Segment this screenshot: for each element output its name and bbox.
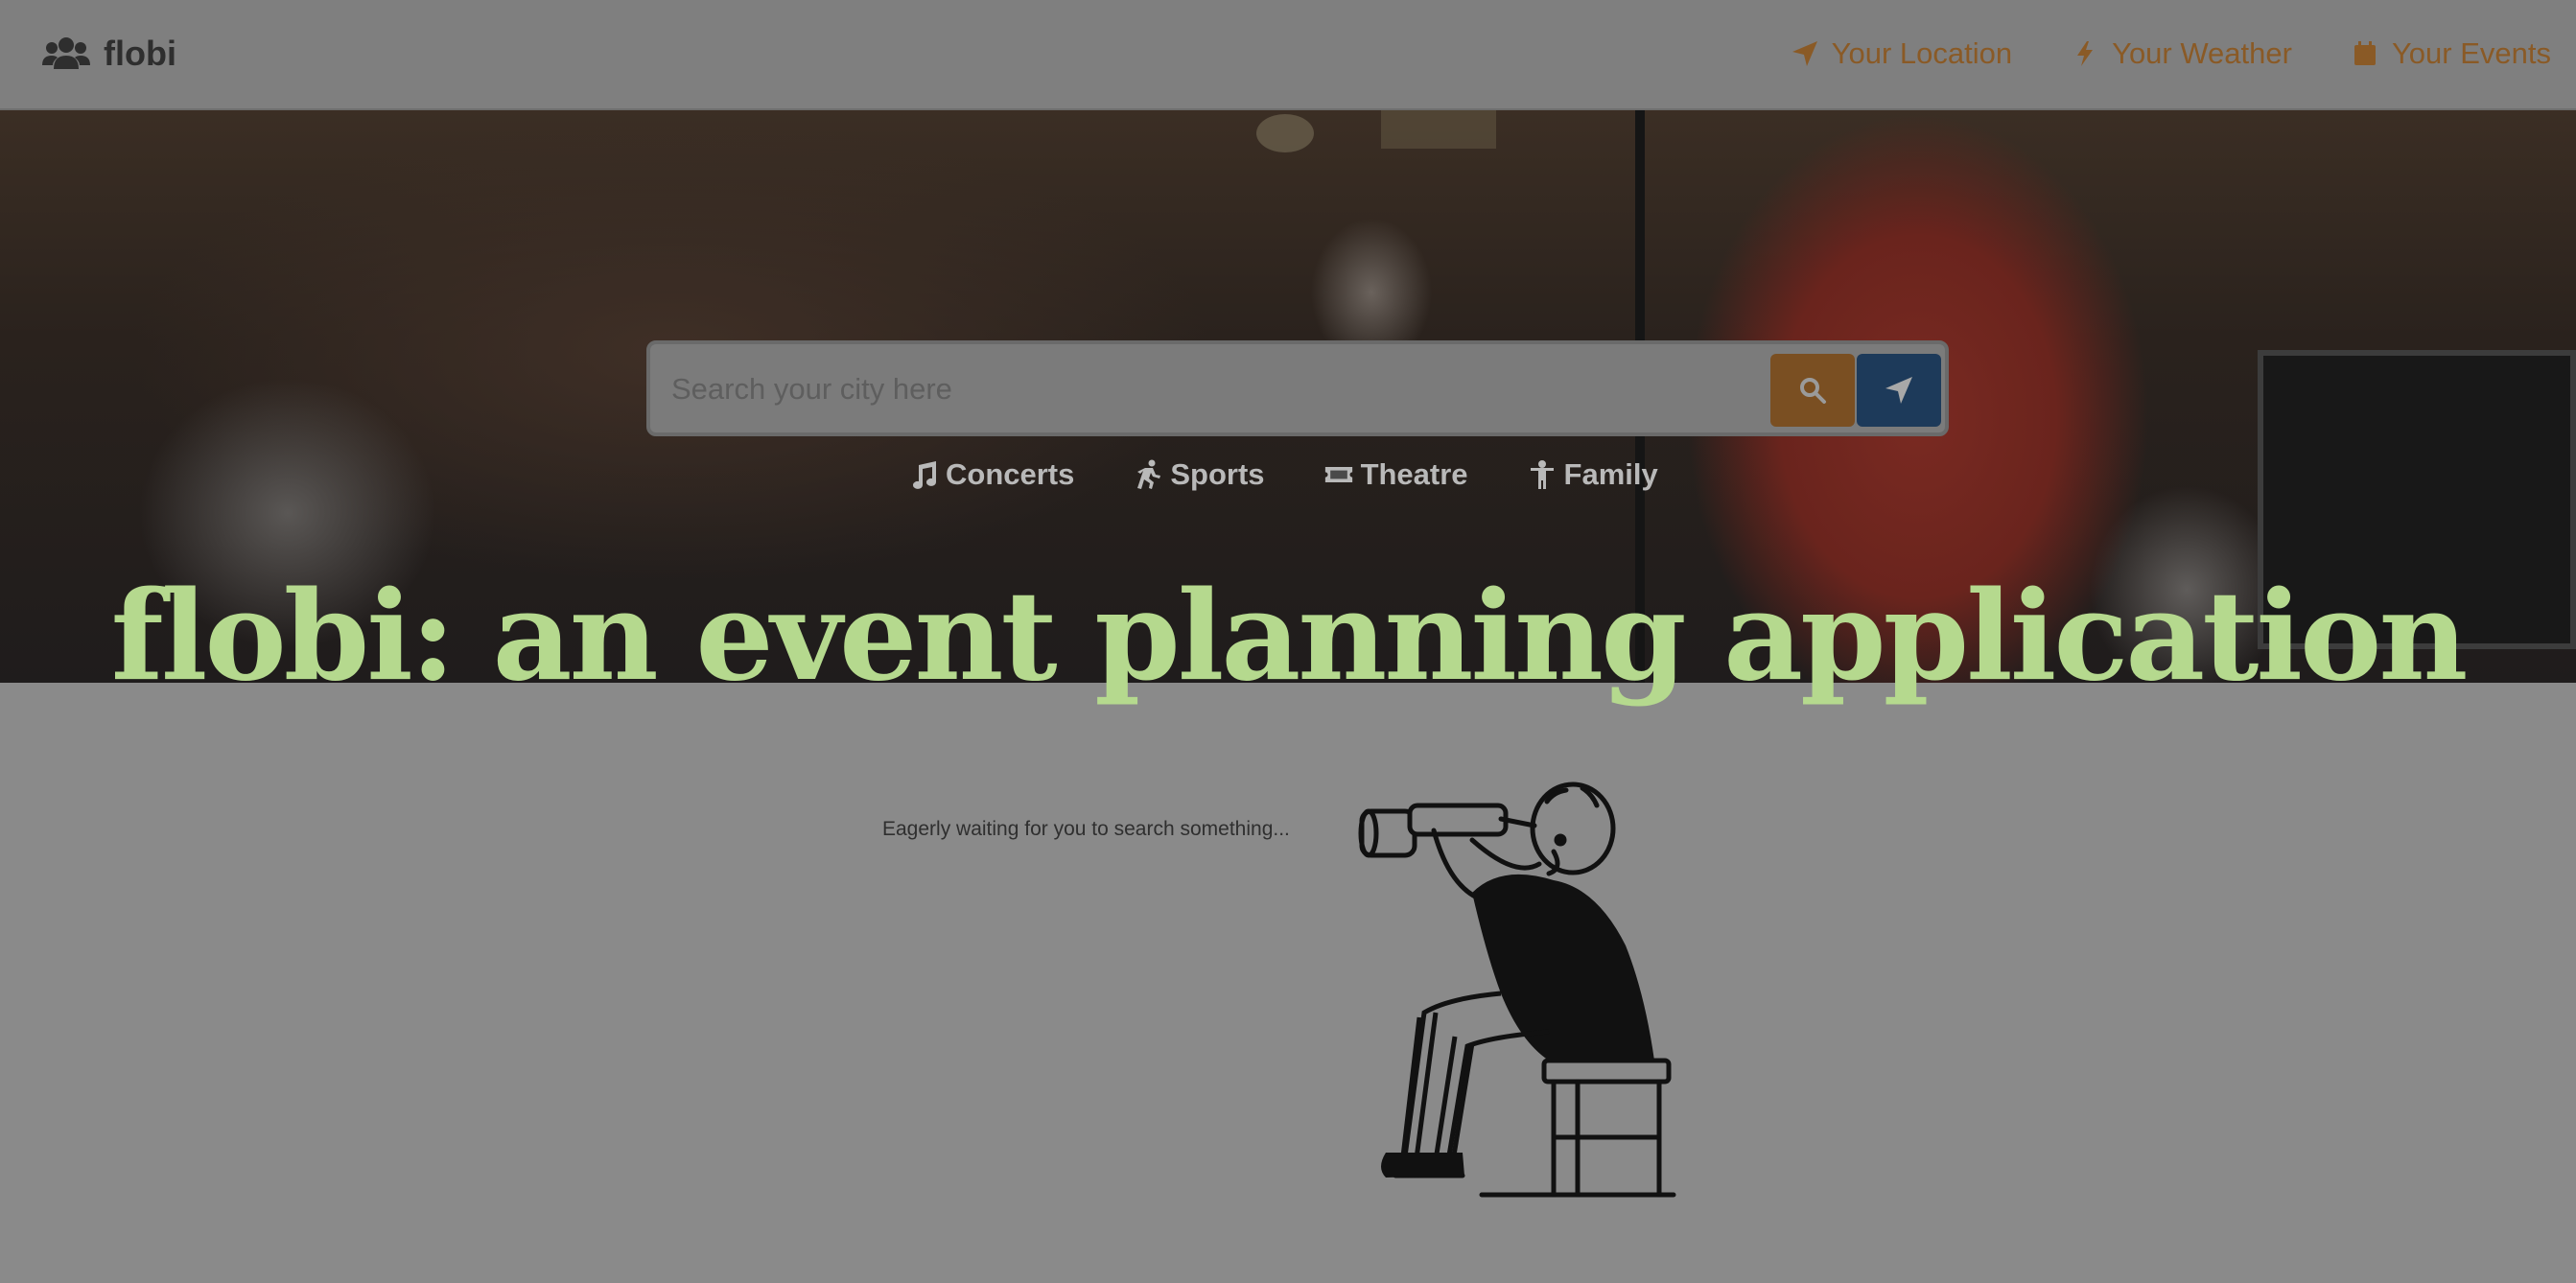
nav-links: Your Location Your Weather Your Events	[1791, 33, 2551, 75]
category-theatre[interactable]: Theatre	[1324, 457, 1468, 492]
category-concerts[interactable]: Concerts	[909, 457, 1074, 492]
running-icon	[1137, 459, 1161, 489]
nav-link-weather[interactable]: Your Weather	[2072, 36, 2292, 71]
category-family[interactable]: Family	[1528, 457, 1658, 492]
nav-link-label: Your Events	[2391, 36, 2551, 70]
category-label: Theatre	[1360, 457, 1468, 491]
category-label: Concerts	[946, 457, 1075, 491]
location-arrow-icon	[1791, 41, 1817, 66]
location-arrow-icon	[1885, 377, 1912, 404]
category-label: Family	[1563, 457, 1658, 491]
nav-link-events[interactable]: Your Events	[2352, 36, 2551, 71]
search-bar	[646, 340, 1949, 436]
stage-light	[1256, 114, 1314, 152]
category-label: Sports	[1170, 457, 1265, 491]
search-button[interactable]	[1770, 354, 1855, 427]
navbar: flobi Your Location Your Weather Your Ev…	[0, 0, 2576, 110]
brand[interactable]: flobi	[42, 33, 176, 75]
bolt-icon	[2077, 41, 2094, 66]
nav-link-location[interactable]: Your Location	[1791, 36, 2012, 71]
music-icon	[913, 461, 936, 489]
child-icon	[1530, 460, 1554, 489]
stage-light	[1381, 110, 1496, 149]
nav-link-label: Your Location	[1831, 36, 2013, 70]
ticket-icon	[1324, 467, 1352, 482]
category-filters: Concerts Sports Theatre Family	[909, 451, 1658, 499]
page-title: flobi: an event planning application	[110, 565, 2469, 709]
locate-me-button[interactable]	[1857, 354, 1941, 427]
users-icon	[42, 37, 90, 69]
binoculars-man-illustration	[1358, 781, 1676, 1198]
search-icon	[1800, 378, 1826, 404]
calendar-icon	[2354, 41, 2376, 65]
nav-link-label: Your Weather	[2112, 36, 2292, 70]
brand-name: flobi	[104, 34, 176, 73]
category-sports[interactable]: Sports	[1134, 457, 1265, 492]
empty-state-message: Eagerly waiting for you to search someth…	[882, 818, 1290, 840]
search-input[interactable]	[669, 358, 1719, 421]
